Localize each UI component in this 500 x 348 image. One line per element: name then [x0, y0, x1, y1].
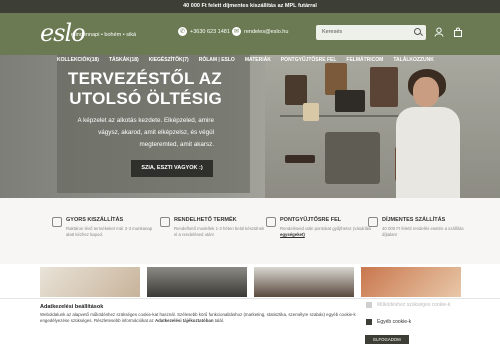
- sewing-machine: [325, 132, 380, 184]
- points-link[interactable]: egységeket): [280, 232, 305, 237]
- hero-text: A képzelet az alkotás kezdete. Elképzele…: [77, 117, 214, 148]
- nav-item-accessories[interactable]: KIEGÉSZÍTŐK(7): [149, 57, 189, 63]
- bag-image: [335, 90, 365, 112]
- main-nav: KOLLEKCIÓK(18) TÁSKÁK(18) KIEGÉSZÍTŐK(7)…: [57, 57, 434, 63]
- nav-item-collections[interactable]: KOLLEKCIÓK(18): [57, 57, 99, 63]
- option-label: Egyéb cookie-k: [377, 319, 412, 325]
- hero-banner: KOLLEKCIÓK(18) TÁSKÁK(18) KIEGÉSZÍTŐK(7)…: [0, 55, 500, 198]
- truck-icon: [52, 217, 62, 227]
- features-strip: GYORS KISZÁLLÍTÁS Raktáron lévő termékek…: [0, 198, 500, 264]
- search-placeholder: Keresés: [322, 29, 343, 35]
- cookie-heading: Adatkezelési beállítások: [40, 304, 104, 310]
- user-icon[interactable]: [433, 27, 445, 39]
- gift-icon: [266, 217, 276, 227]
- hero-photo: [265, 55, 500, 198]
- phone-icon: ✆: [178, 27, 187, 36]
- search-icon[interactable]: [414, 28, 421, 35]
- feature-desc: Raktáron lévő termékeket már 2-3 munkana…: [66, 226, 153, 237]
- cookie-banner: Adatkezelési beállítások Weboldalunk az …: [0, 298, 500, 348]
- cookie-text: Weboldalunk az alapvető működéshez szüks…: [40, 312, 356, 323]
- nav-item-stickers[interactable]: FELMÁTRICOM: [346, 57, 383, 63]
- privacy-link[interactable]: Adatkezelési tájékoztatóban: [155, 318, 214, 323]
- nav-item-bags[interactable]: TÁSKÁK(18): [109, 57, 139, 63]
- nav-item-points[interactable]: PONTGYŰJTŐSRE FEL: [281, 57, 337, 63]
- calendar-icon: [160, 217, 170, 227]
- product-row: [0, 264, 500, 297]
- nav-item-about[interactable]: RÓLAM | ESLO: [199, 57, 235, 63]
- bag-image: [285, 155, 315, 163]
- product-image[interactable]: [361, 267, 461, 297]
- portrait-face: [413, 77, 439, 107]
- phone-number: +3630 623 1481: [190, 28, 230, 35]
- feature-title: PONTGYŰJTŐSRE FEL: [280, 217, 342, 223]
- search-input[interactable]: Keresés: [316, 25, 426, 40]
- email-address: rendeles@eslo.hu: [244, 28, 289, 35]
- portrait-body: [396, 107, 460, 198]
- feature-title: RENDELHETŐ TERMÉK: [174, 217, 237, 223]
- feature-title: DÍJMENTES SZÁLLÍTÁS: [382, 217, 446, 223]
- cookie-option-other[interactable]: Egyéb cookie-k: [366, 319, 411, 325]
- accept-cookies-button[interactable]: ELFOGADOM: [365, 335, 409, 344]
- phone-contact[interactable]: ✆ +3630 623 1481: [178, 27, 230, 36]
- tagline: mindennapi • bohém • siká: [71, 32, 136, 38]
- product-image[interactable]: [254, 267, 354, 297]
- hero-cta-button[interactable]: SZIA, ESZTI VAGYOK :): [131, 160, 213, 177]
- product-image[interactable]: [147, 267, 247, 297]
- cart-icon[interactable]: [452, 27, 464, 39]
- checkbox-disabled: [366, 302, 372, 308]
- option-label: Működéshez szükséges cookie-k: [377, 302, 451, 308]
- feature-desc: Rendeléseid után pontokat gyűjthetsz (vá…: [280, 226, 372, 237]
- checkbox[interactable]: [366, 319, 372, 325]
- nav-item-materials[interactable]: MATERIÁK: [245, 57, 271, 63]
- feature-desc: 40 000 Ft feletti rendelés esetén a szál…: [382, 226, 464, 237]
- feature-desc: Rendelhető modellek 1-3 héten belül kész…: [174, 226, 265, 237]
- promo-bar: 40 000 Ft felett díjmentes kiszállítás a…: [0, 0, 500, 13]
- feature-title: GYORS KISZÁLLÍTÁS: [66, 217, 124, 223]
- package-icon: [368, 217, 378, 227]
- header: eslo mindennapi • bohém • siká ✆ +3630 6…: [0, 13, 500, 55]
- email-contact[interactable]: ✉ rendeles@eslo.hu: [232, 27, 288, 36]
- product-image[interactable]: [40, 267, 140, 297]
- bag-image: [285, 75, 307, 105]
- hero-title: TERVEZÉSTŐL AZ UTOLSÓ ÖLTÉSIG: [67, 69, 222, 108]
- mail-icon: ✉: [232, 27, 241, 36]
- bag-image: [370, 67, 398, 107]
- cookie-option-required: Működéshez szükséges cookie-k: [366, 302, 450, 308]
- nav-item-meet[interactable]: TALÁLKOZZUNK: [393, 57, 433, 63]
- bag-image: [303, 103, 319, 121]
